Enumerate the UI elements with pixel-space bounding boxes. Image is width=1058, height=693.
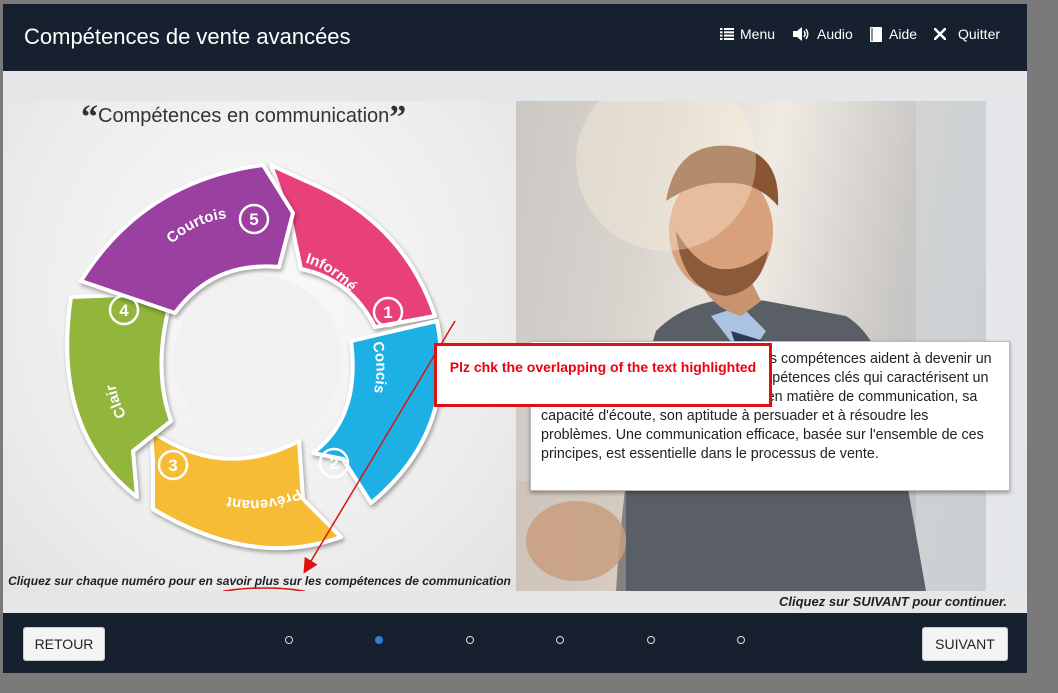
annotation-text: Plz chk the overlapping of the text high… [449,359,757,375]
list-icon [720,28,734,40]
help-button[interactable]: Aide [870,26,917,42]
segment-prevenant[interactable] [149,429,343,551]
page-dot-3[interactable] [466,636,474,644]
speaker-icon [793,27,809,41]
menu-label: Menu [740,26,776,42]
annotation-callout: Plz chk the overlapping of the text high… [434,343,772,407]
book-icon [870,26,882,42]
bottom-bar: RETOUR SUIVANT [3,613,1027,673]
window-backdrop [1027,0,1058,693]
page-dot-6[interactable] [737,636,745,644]
page-dot-1[interactable] [285,636,293,644]
course-title: Compétences de vente avancées [24,24,351,49]
page-dot-2-active[interactable] [375,636,383,644]
top-bar: Compétences de vente avancées Menu Audio [3,4,1027,71]
number-4: 4 [119,301,129,320]
page-dot-5[interactable] [647,636,655,644]
back-button[interactable]: RETOUR [23,627,105,661]
quit-button[interactable]: Quitter [934,26,1000,42]
cycle-center [174,275,342,443]
hint-band: Cliquez sur SUIVANT pour continuer. [3,591,1027,613]
help-label: Aide [889,26,918,42]
number-5: 5 [249,210,258,229]
communication-cycle-diagram: Informé Concis Prévenant Clair Courtois [65,163,444,551]
audio-label: Audio [817,26,853,42]
next-hint-text: Cliquez sur SUIVANT pour continuer. [779,594,1007,609]
header-strip [3,71,1027,101]
slide-content: “Compétences en communication” Informé C… [3,101,1027,606]
page-dot-4[interactable] [556,636,564,644]
number-2: 2 [329,454,338,473]
audio-button[interactable]: Audio [793,26,853,42]
course-player: Compétences de vente avancées Menu Audio [3,4,1027,673]
close-icon [934,28,946,40]
number-1: 1 [383,303,392,322]
menu-button[interactable]: Menu [720,26,775,42]
number-3: 3 [168,456,177,475]
next-button[interactable]: SUIVANT [922,627,1008,661]
quit-label: Quitter [958,26,1001,42]
